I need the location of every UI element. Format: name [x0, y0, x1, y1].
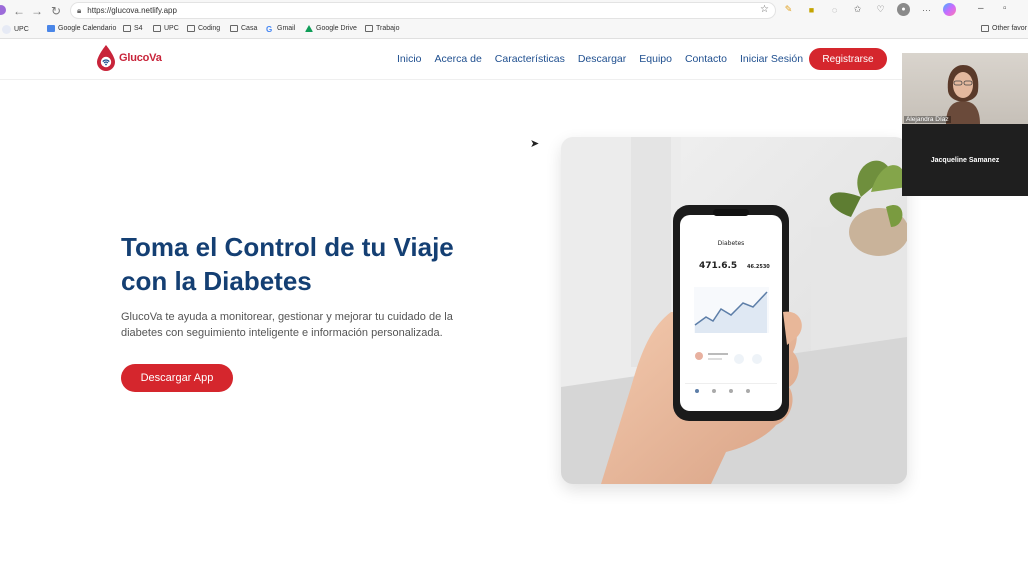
download-app-button[interactable]: Descargar App	[121, 364, 233, 392]
bookmark-other-favorites[interactable]: Other favor	[981, 25, 1027, 32]
hero-title: Toma el Control de tu Viaje con la Diabe…	[121, 230, 521, 298]
hero-subtitle-line-2: diabetes con seguimiento inteligente e i…	[121, 327, 443, 339]
upc-icon	[2, 25, 11, 34]
nav-descargar[interactable]: Descargar	[578, 53, 626, 65]
bookmark-gmail[interactable]: G Gmail	[266, 25, 296, 34]
register-button[interactable]: Registrarse	[809, 48, 887, 70]
refresh-circle-icon[interactable]: ◌	[828, 3, 841, 16]
star-icon[interactable]: ☆	[760, 4, 769, 15]
logo[interactable]: GlucoVa	[95, 44, 162, 72]
hero-title-line-1: Toma el Control de tu Viaje	[121, 232, 454, 262]
hero-subtitle: GlucoVa te ayuda a monitorear, gestionar…	[121, 309, 491, 341]
bookmark-google-drive[interactable]: Google Drive	[305, 25, 357, 32]
bookmark-upc-folder[interactable]: UPC	[153, 25, 179, 32]
bookmark-label: Casa	[241, 25, 258, 32]
copilot-icon[interactable]	[943, 3, 956, 16]
bookmark-google-calendar[interactable]: Google Calendario	[47, 25, 116, 32]
participant-tile-2[interactable]: Jacqueline Samanez	[902, 124, 1028, 196]
url-text: https://glucova.netlify.app	[87, 6, 177, 15]
nav-contacto[interactable]: Contacto	[685, 53, 727, 65]
bookmark-casa[interactable]: Casa	[230, 25, 257, 32]
participant-video-icon	[946, 65, 980, 124]
folder-icon	[187, 25, 195, 32]
hero-title-line-2: con la Diabetes	[121, 266, 312, 296]
folder-icon	[981, 25, 989, 32]
bookmark-label: Google Calendario	[58, 25, 117, 32]
favorites-icon[interactable]: ✩	[851, 3, 864, 16]
google-icon: G	[266, 25, 273, 34]
browser-toolbar: ← → ↻ 🔒︎ https://glucova.netlify.app ☆ ✎…	[0, 0, 1028, 21]
site-header: GlucoVa Inicio Acerca de Características…	[0, 39, 1028, 80]
participant-name-2: Jacqueline Samanez	[930, 156, 1000, 164]
hand-phone-illustration: Diabetes 471.6.5 46.2530	[561, 137, 907, 484]
profile-icon[interactable]	[0, 5, 6, 15]
folder-icon	[365, 25, 373, 32]
bookmark-s4[interactable]: S4	[123, 25, 143, 32]
folder-icon	[123, 25, 131, 32]
reload-icon[interactable]: ↻	[47, 2, 65, 20]
calendar-icon	[47, 25, 55, 32]
bookmark-upc[interactable]: UPC	[2, 25, 29, 34]
bookmark-label: Coding	[198, 25, 221, 32]
folder-icon	[230, 25, 238, 32]
hero-subtitle-line-1: GlucoVa te ayuda a monitorear, gestionar…	[121, 311, 453, 323]
bookmark-label: UPC	[14, 26, 29, 33]
nav-equipo[interactable]: Equipo	[639, 53, 672, 65]
shield-icon[interactable]: ♡	[874, 3, 887, 16]
video-call-panel: Alejandra Díaz Jacqueline Samanez	[902, 53, 1028, 196]
lock-icon: 🔒︎	[77, 5, 82, 15]
nav-caracteristicas[interactable]: Características	[495, 53, 565, 65]
blood-drop-icon	[97, 45, 115, 71]
extension-icon[interactable]: ■	[805, 3, 818, 16]
nav-inicio[interactable]: Inicio	[397, 53, 422, 65]
bookmark-label: Trabajo	[376, 25, 400, 32]
participant-tile-1[interactable]: Alejandra Díaz	[902, 53, 1028, 124]
forward-icon[interactable]: →	[28, 2, 46, 20]
bookmark-coding[interactable]: Coding	[187, 25, 220, 32]
restore-icon[interactable]: ▫	[1003, 3, 1007, 14]
phone-side-value: 46.2530	[747, 264, 770, 270]
avatar[interactable]: ●	[897, 3, 910, 16]
bookmark-label: Other favor	[992, 25, 1028, 32]
participant-name-1: Alejandra Díaz	[904, 116, 951, 123]
nav-iniciar-sesion[interactable]: Iniciar Sesión	[740, 53, 803, 65]
nav-acerca-de[interactable]: Acerca de	[435, 53, 482, 65]
logo-text: GlucoVa	[119, 52, 162, 64]
address-bar[interactable]: 🔒︎ https://glucova.netlify.app ☆	[70, 2, 776, 19]
minimize-icon[interactable]: –	[978, 3, 984, 14]
more-icon[interactable]: ···	[920, 3, 933, 16]
phone-screen-title: Diabetes	[718, 240, 745, 247]
back-icon[interactable]: ←	[10, 2, 28, 20]
bookmarks-bar: UPC Google Calendario S4 UPC Coding Casa…	[0, 21, 1028, 39]
hero-image: Diabetes 471.6.5 46.2530	[561, 137, 907, 484]
bookmark-label: UPC	[164, 25, 179, 32]
bookmark-label: Gmail	[277, 25, 296, 32]
main-nav: Inicio Acerca de Características Descarg…	[397, 53, 803, 65]
extension-icons: ✎ ■ ◌ ✩ ♡ ● ···	[782, 3, 956, 16]
bookmark-label: Google Drive	[316, 25, 357, 32]
pen-icon[interactable]: ✎	[782, 3, 795, 16]
phone-main-value: 471.6.5	[699, 261, 737, 271]
drive-icon	[305, 25, 313, 32]
bookmark-label: S4	[134, 25, 143, 32]
mouse-cursor-icon: ➤	[530, 138, 540, 150]
bookmark-trabajo[interactable]: Trabajo	[365, 25, 399, 32]
folder-icon	[153, 25, 161, 32]
